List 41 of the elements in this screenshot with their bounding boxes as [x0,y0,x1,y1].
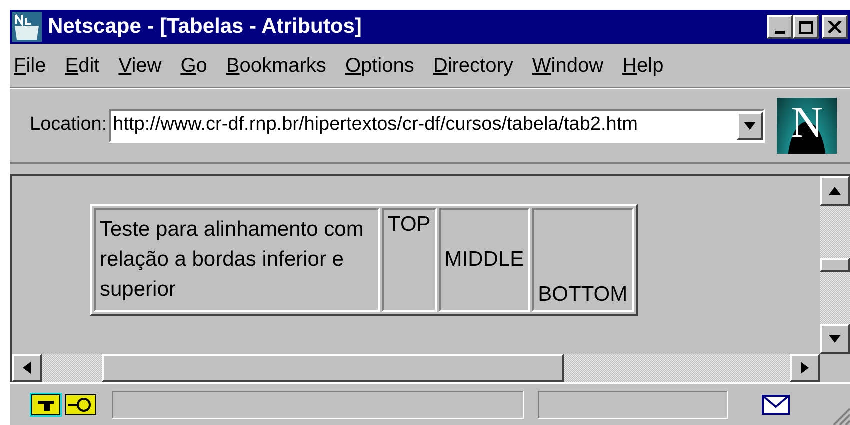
scroll-thumb[interactable] [820,258,850,272]
window-title: Netscape - [Tabelas - Atributos] [48,14,363,40]
menu-item[interactable]: Directory [433,50,514,80]
cell-text: BOTTOM [538,282,628,308]
location-label: Location: [30,113,108,138]
close-button[interactable] [822,15,848,39]
cell-text: TOP [388,212,431,238]
maximize-button[interactable] [793,15,819,39]
maximize-icon [799,20,813,34]
caret-icon [744,122,756,130]
horizontal-scrollbar[interactable] [12,354,820,382]
menu-item[interactable]: Options [345,50,414,80]
app-icon [12,12,42,42]
scroll-left-button[interactable] [12,354,42,382]
menu-item[interactable]: Window [532,50,604,80]
dropdown-button[interactable] [737,112,764,140]
minimize-button[interactable] [767,15,793,39]
menu-item[interactable]: Edit [65,50,100,80]
location-field[interactable]: http://www.cr-df.rnp.br/hipertextos/cr-df/cursos/tabela/tab2.htm [109,108,766,142]
scroll-up-button[interactable] [820,176,850,206]
menu-item[interactable]: Bookmarks [226,50,326,80]
menu-item[interactable]: Help [622,50,664,80]
scroll-down-button[interactable] [820,324,850,354]
menu-item[interactable]: View [118,50,162,80]
logo-letter: N [791,98,824,148]
mail-icon[interactable] [762,394,790,414]
right-arrow-icon [801,362,809,374]
menu-item[interactable]: Go [180,50,208,80]
left-arrow-icon [23,362,31,374]
minimize-icon [775,31,785,34]
vertical-scrollbar[interactable] [820,176,850,354]
menu-item[interactable]: File [14,50,46,80]
security-key-icon [30,392,98,416]
cell-text: MIDDLE [444,247,524,273]
close-icon [828,21,842,33]
down-arrow-icon [829,335,841,343]
scroll-thumb[interactable] [102,354,564,382]
location-url: http://www.cr-df.rnp.br/hipertextos/cr-df/cursos/tabela/tab2.htm [112,113,639,138]
scroll-right-button[interactable] [790,354,820,382]
up-arrow-icon [829,187,841,195]
cell-text: Teste para alinhamento com relação a bordas inferior e superior [100,217,365,303]
